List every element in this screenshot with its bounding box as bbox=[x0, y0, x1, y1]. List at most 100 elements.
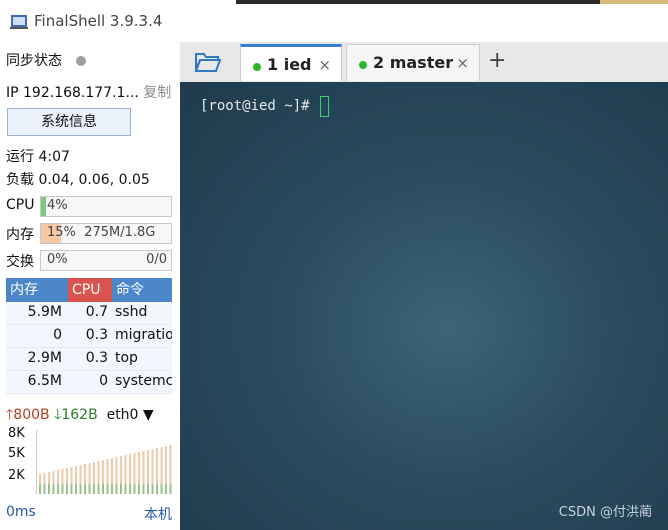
terminal-cursor bbox=[320, 96, 329, 117]
window-title: FinalShell 3.9.3.4 bbox=[34, 12, 163, 30]
process-mem: 0 bbox=[53, 327, 62, 343]
sync-status: 同步状态 bbox=[6, 50, 87, 70]
network-bar-base bbox=[165, 484, 167, 494]
process-mem: 6.5M bbox=[27, 373, 62, 389]
ip-row: IP 192.168.177.1... 复制 bbox=[6, 82, 171, 102]
process-command: migratio bbox=[115, 327, 172, 343]
network-bar-base bbox=[124, 484, 127, 494]
close-icon[interactable]: × bbox=[318, 56, 331, 74]
network-bar-base bbox=[39, 484, 41, 494]
close-icon[interactable]: × bbox=[456, 54, 469, 72]
cpu-usage-bar: 4% bbox=[40, 196, 172, 217]
latency: 0ms bbox=[6, 504, 36, 520]
network-bar-base bbox=[129, 484, 131, 494]
app-icon bbox=[10, 15, 28, 29]
process-command: sshd bbox=[115, 304, 148, 320]
table-row[interactable]: 0 0.3 migratio bbox=[6, 325, 172, 348]
mem-detail: 275M/1.8G bbox=[84, 225, 156, 240]
process-cpu: 0.3 bbox=[85, 350, 108, 366]
network-bar-base bbox=[147, 484, 149, 494]
network-bar-base bbox=[57, 484, 59, 494]
terminal-prompt: [root@ied ~]# bbox=[200, 98, 310, 114]
status-footer: 0ms 本机 bbox=[6, 504, 172, 523]
terminal[interactable]: [root@ied ~]# CSDN @付洪蔺 bbox=[180, 82, 668, 530]
process-table: 内存 CPU 命令 5.9M 0.7 sshd 0 0.3 migratio 2… bbox=[6, 278, 172, 394]
column-header-mem[interactable]: 内存 bbox=[6, 278, 68, 302]
graph-tick: 8K bbox=[8, 426, 25, 441]
network-bar-base bbox=[133, 484, 136, 494]
network-bar-base bbox=[138, 484, 140, 494]
network-interface-value: eth0 bbox=[106, 407, 139, 423]
host-label[interactable]: 本机 bbox=[144, 504, 172, 524]
network-bar-base bbox=[75, 484, 77, 494]
cpu-usage-fill bbox=[41, 197, 47, 216]
tab-label: 1 ied bbox=[267, 55, 312, 74]
sync-status-dot-icon bbox=[76, 56, 87, 66]
folder-open-icon[interactable] bbox=[194, 50, 222, 74]
process-command: top bbox=[115, 350, 138, 366]
graph-tick: 5K bbox=[8, 446, 25, 461]
title-bar: FinalShell 3.9.3.4 bbox=[0, 0, 668, 42]
process-table-header: 内存 CPU 命令 bbox=[6, 278, 172, 302]
process-command: systemc bbox=[115, 373, 172, 389]
network-bar-base bbox=[115, 484, 118, 494]
network-bar-base bbox=[88, 484, 91, 494]
network-bar-base bbox=[61, 484, 64, 494]
add-tab-button[interactable]: + bbox=[488, 48, 506, 73]
network-bar-base bbox=[142, 484, 145, 494]
load-average: 负载 0.04, 0.06, 0.05 bbox=[6, 172, 150, 188]
network-bar-base bbox=[66, 484, 68, 494]
network-graph: 8K 5K 2K bbox=[6, 426, 172, 496]
network-graph-bars bbox=[36, 430, 172, 494]
network-bar-base bbox=[111, 484, 113, 494]
watermark: CSDN @付洪蔺 bbox=[558, 505, 652, 520]
column-header-cpu[interactable]: CPU bbox=[68, 278, 112, 302]
network-bar-base bbox=[169, 484, 172, 494]
network-bar-base bbox=[52, 484, 55, 494]
ip-address: IP 192.168.177.1... bbox=[6, 85, 139, 101]
sync-status-label: 同步状态 bbox=[6, 53, 62, 69]
network-bar-base bbox=[48, 484, 50, 494]
system-info-button[interactable]: 系统信息 bbox=[7, 108, 131, 136]
tab-label: 2 master bbox=[373, 53, 454, 72]
table-row[interactable]: 5.9M 0.7 sshd bbox=[6, 302, 172, 325]
swap-detail: 0/0 bbox=[146, 252, 167, 267]
tab-1-ied[interactable]: 1 ied × bbox=[240, 44, 342, 81]
connected-dot-icon bbox=[359, 61, 367, 69]
column-header-command[interactable]: 命令 bbox=[112, 278, 172, 302]
copy-ip-button[interactable]: 复制 bbox=[143, 85, 171, 101]
tab-2-master[interactable]: 2 master × bbox=[346, 44, 480, 81]
network-bar-base bbox=[93, 484, 95, 494]
network-bar-base bbox=[84, 484, 86, 494]
swap-label: 交换 bbox=[6, 254, 34, 270]
sidebar: 同步状态 IP 192.168.177.1... 复制 系统信息 运行 4:07… bbox=[0, 42, 180, 530]
table-row[interactable]: 6.5M 0 systemc bbox=[6, 371, 172, 394]
mem-label: 内存 bbox=[6, 227, 34, 243]
process-cpu: 0.3 bbox=[85, 327, 108, 343]
mem-usage-bar: 15% 275M/1.8G bbox=[40, 223, 172, 244]
network-bar-base bbox=[102, 484, 104, 494]
network-bar-base bbox=[106, 484, 109, 494]
process-cpu: 0 bbox=[99, 373, 108, 389]
network-bar-base bbox=[70, 484, 73, 494]
network-stats: 🡑800B 🡓162B eth0 ▼ bbox=[6, 404, 176, 428]
network-bar-base bbox=[43, 484, 46, 494]
network-interface-select[interactable]: eth0 ▼ bbox=[107, 407, 154, 423]
network-bar-base bbox=[160, 484, 163, 494]
network-bar-base bbox=[97, 484, 100, 494]
table-row[interactable]: 2.9M 0.3 top bbox=[6, 348, 172, 371]
network-bar-base bbox=[120, 484, 122, 494]
cpu-label: CPU bbox=[6, 197, 35, 213]
background-strip-accent bbox=[600, 0, 668, 4]
network-bar-base bbox=[151, 484, 154, 494]
mem-percent: 15% bbox=[47, 225, 76, 240]
process-mem: 5.9M bbox=[27, 304, 62, 320]
process-cpu: 0.7 bbox=[85, 304, 108, 320]
mem-usage-value: 15% 275M/1.8G bbox=[47, 225, 155, 240]
chevron-down-icon: ▼ bbox=[142, 407, 154, 423]
connected-dot-icon bbox=[253, 63, 261, 71]
tab-bar: 1 ied × 2 master × + bbox=[180, 42, 668, 83]
swap-usage-bar: 0% 0/0 bbox=[40, 250, 172, 271]
process-mem: 2.9M bbox=[27, 350, 62, 366]
swap-usage-value: 0% bbox=[47, 252, 68, 267]
